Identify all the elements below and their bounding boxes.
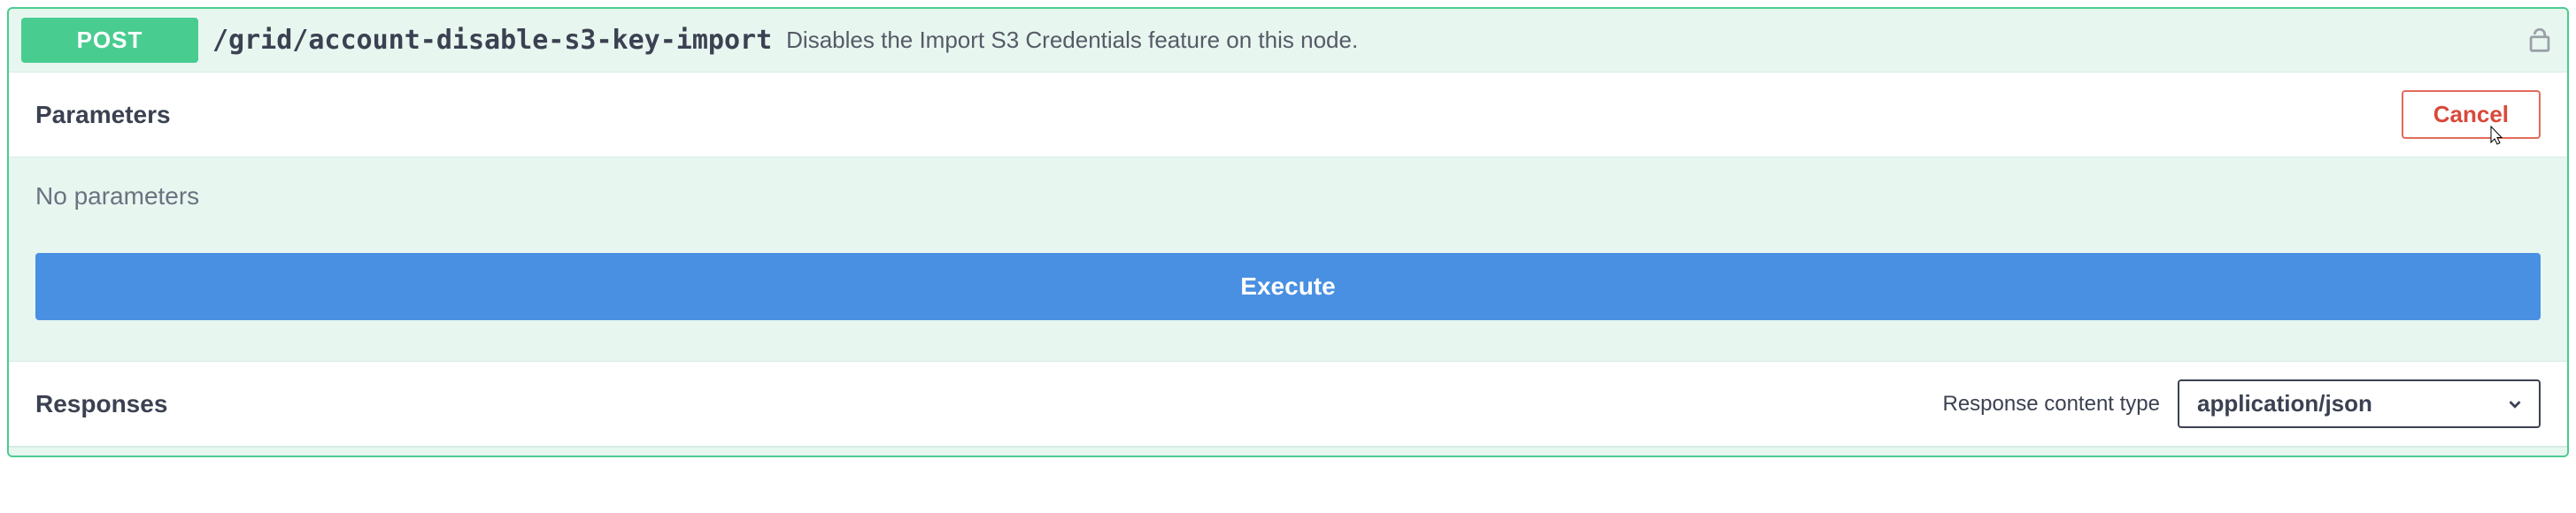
response-content-type-select[interactable]: application/json: [2178, 379, 2541, 428]
operation-summary-bar[interactable]: POST /grid/account-disable-s3-key-import…: [9, 9, 2567, 72]
parameters-body: No parameters: [9, 157, 2567, 226]
parameters-section-header: Parameters Cancel: [9, 72, 2567, 157]
no-parameters-text: No parameters: [35, 182, 199, 210]
unlock-icon[interactable]: [2525, 26, 2555, 56]
cursor-icon: [2485, 125, 2506, 146]
cancel-button[interactable]: Cancel: [2402, 90, 2541, 139]
endpoint-path: /grid/account-disable-s3-key-import: [212, 25, 772, 56]
endpoint-description: Disables the Import S3 Credentials featu…: [786, 27, 1358, 54]
response-content-type-value: application/json: [2197, 390, 2372, 417]
responses-heading: Responses: [35, 390, 167, 418]
http-method-badge: POST: [21, 18, 198, 63]
response-content-type-label: Response content type: [1943, 392, 2161, 417]
response-content-type-group: Response content type application/json: [1943, 379, 2541, 428]
cancel-button-label: Cancel: [2433, 101, 2509, 127]
execute-row: Execute: [9, 226, 2567, 361]
responses-section-header: Responses Response content type applicat…: [9, 361, 2567, 447]
execute-button[interactable]: Execute: [35, 253, 2541, 320]
api-operation-panel: POST /grid/account-disable-s3-key-import…: [7, 7, 2569, 457]
responses-body-placeholder: [9, 447, 2567, 456]
chevron-down-icon: [2505, 394, 2525, 414]
parameters-heading: Parameters: [35, 101, 171, 129]
